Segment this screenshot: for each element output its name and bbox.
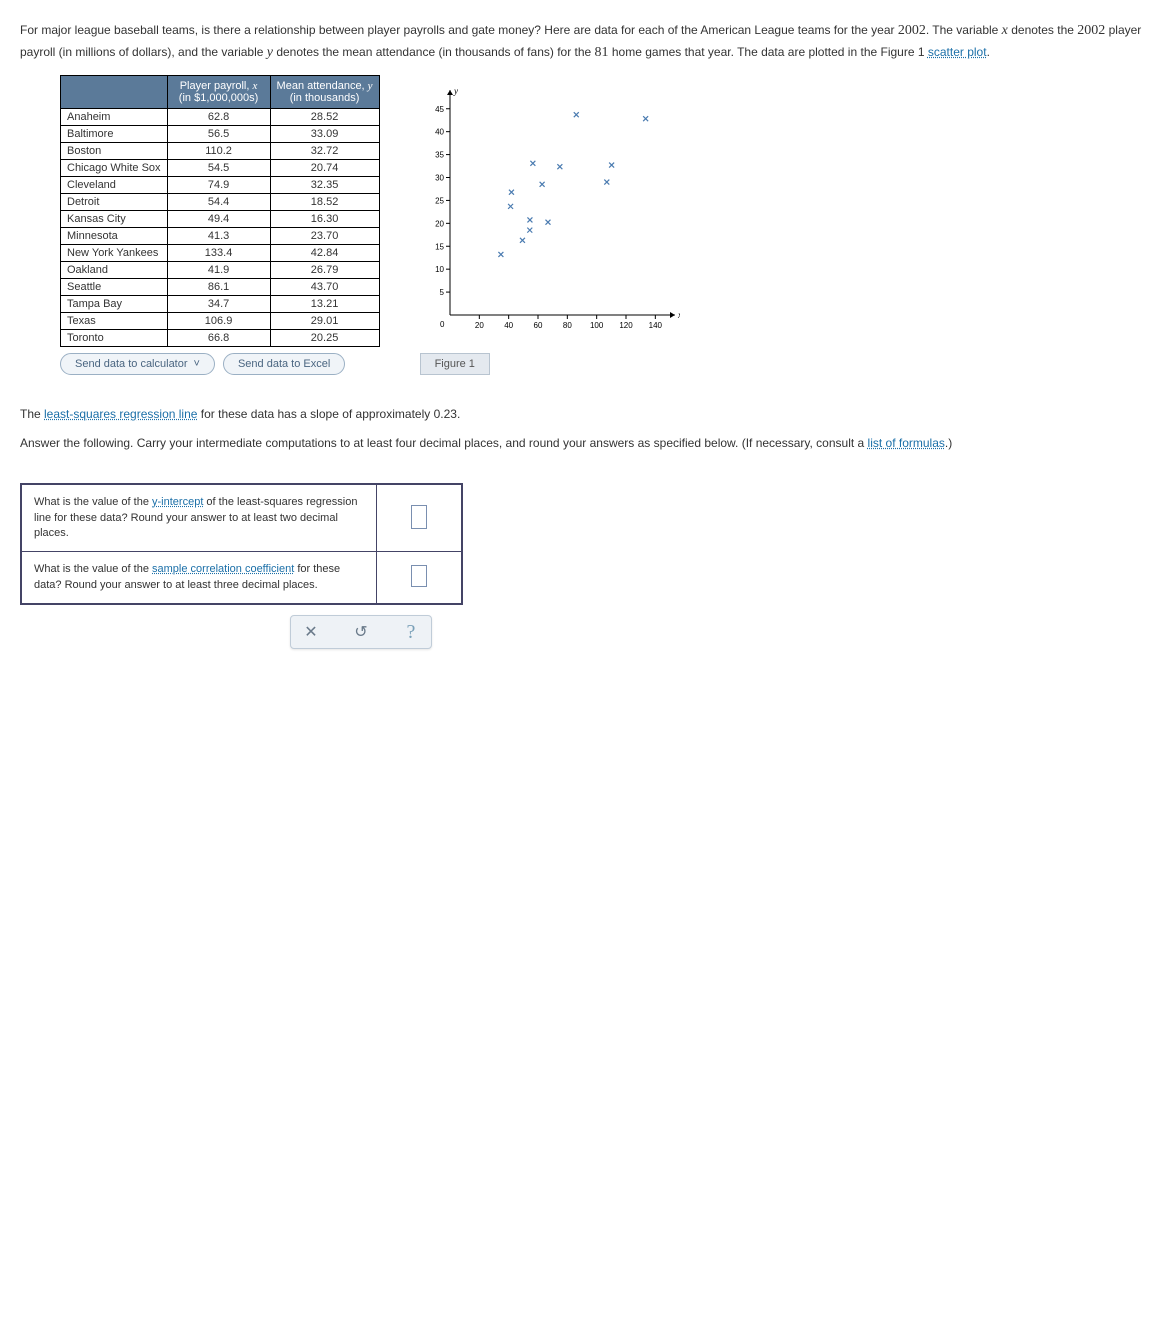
table-row: Tampa Bay34.713.21 — [61, 295, 380, 312]
svg-text:40: 40 — [504, 321, 513, 330]
col-header-x: Player payroll, x(in $1,000,000s) — [167, 75, 270, 108]
svg-text:40: 40 — [435, 127, 444, 136]
table-row: Seattle86.143.70 — [61, 278, 380, 295]
help-button[interactable]: ? — [401, 622, 421, 642]
svg-text:10: 10 — [435, 265, 444, 274]
table-row: Boston110.232.72 — [61, 142, 380, 159]
table-row: Detroit54.418.52 — [61, 193, 380, 210]
sample-correlation-link[interactable]: sample correlation coefficient — [152, 563, 294, 575]
least-squares-link[interactable]: least-squares regression line — [44, 407, 197, 421]
col-header-team — [61, 75, 168, 108]
scatter-plot-link[interactable]: scatter plot — [928, 45, 987, 59]
svg-text:20: 20 — [435, 219, 444, 228]
table-row: Oakland41.926.79 — [61, 261, 380, 278]
svg-text:45: 45 — [435, 105, 444, 114]
svg-text:25: 25 — [435, 196, 444, 205]
svg-text:x: x — [677, 310, 680, 320]
answer-input-1[interactable] — [411, 505, 427, 529]
table-row: Cleveland74.932.35 — [61, 176, 380, 193]
svg-text:30: 30 — [435, 173, 444, 182]
y-intercept-link[interactable]: y-intercept — [152, 496, 203, 508]
question-2: What is the value of the sample correlat… — [21, 552, 377, 604]
action-bar: ✕ ↺ ? — [290, 615, 432, 649]
svg-text:0: 0 — [440, 320, 445, 329]
table-row: New York Yankees133.442.84 — [61, 244, 380, 261]
question-1: What is the value of the y-intercept of … — [21, 484, 377, 552]
svg-text:100: 100 — [590, 321, 604, 330]
chevron-down-icon: ˅ — [194, 358, 200, 370]
data-table: Player payroll, x(in $1,000,000s) Mean a… — [60, 75, 380, 347]
table-row: Chicago White Sox54.520.74 — [61, 159, 380, 176]
svg-text:60: 60 — [533, 321, 542, 330]
svg-text:15: 15 — [435, 242, 444, 251]
svg-text:80: 80 — [562, 321, 571, 330]
slope-statement: The least-squares regression line for th… — [20, 405, 1146, 424]
reset-button[interactable]: ↺ — [351, 622, 371, 642]
figure-wrapper: x y 0 20 40 60 80 100 120 140 5 10 15 20 25 30 35 40 45 Fi… — [420, 75, 680, 375]
table-row: Baltimore56.533.09 — [61, 125, 380, 142]
svg-text:y: y — [453, 86, 458, 96]
table-row: Anaheim62.828.52 — [61, 108, 380, 125]
svg-text:5: 5 — [439, 288, 444, 297]
svg-text:120: 120 — [619, 321, 633, 330]
table-row: Toronto66.820.25 — [61, 329, 380, 346]
scatter-plot: x y 0 20 40 60 80 100 120 140 5 10 15 20 25 30 35 40 45 — [420, 85, 680, 345]
table-row: Texas106.929.01 — [61, 312, 380, 329]
data-table-wrapper: Player payroll, x(in $1,000,000s) Mean a… — [20, 75, 380, 375]
send-to-calculator-button[interactable]: Send data to calculator ˅ — [60, 353, 215, 375]
problem-intro: For major league baseball teams, is ther… — [20, 20, 1146, 65]
clear-button[interactable]: ✕ — [301, 622, 321, 642]
instructions: Answer the following. Carry your interme… — [20, 434, 1146, 453]
svg-text:140: 140 — [648, 321, 662, 330]
table-row: Minnesota41.323.70 — [61, 227, 380, 244]
send-to-excel-button[interactable]: Send data to Excel — [223, 353, 345, 375]
answer-input-2[interactable] — [411, 565, 427, 587]
table-row: Kansas City49.416.30 — [61, 210, 380, 227]
svg-text:35: 35 — [435, 150, 444, 159]
col-header-y: Mean attendance, y(in thousands) — [270, 75, 379, 108]
list-of-formulas-link[interactable]: list of formulas — [868, 436, 945, 450]
figure-label: Figure 1 — [420, 353, 490, 375]
question-table: What is the value of the y-intercept of … — [20, 483, 463, 605]
svg-text:20: 20 — [474, 321, 483, 330]
